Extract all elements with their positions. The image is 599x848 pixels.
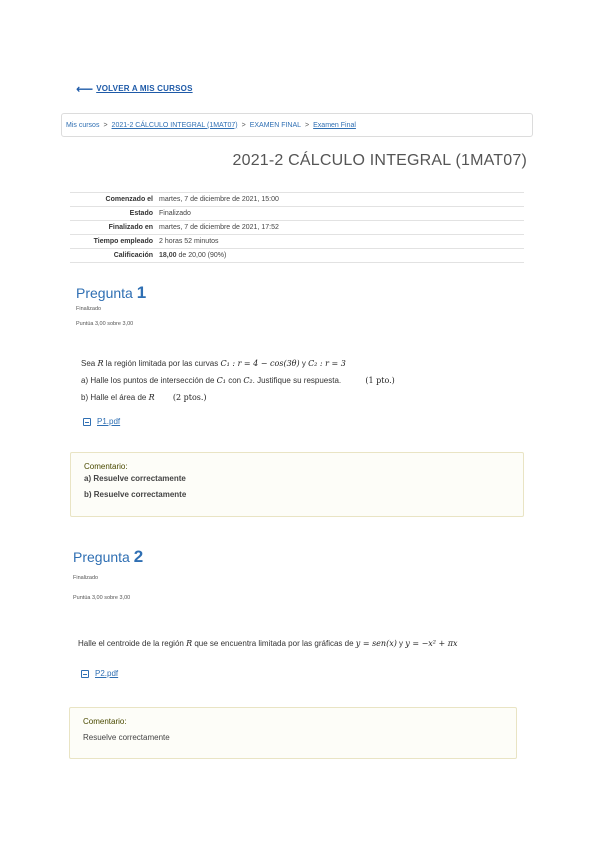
math-c2: C₂: [243, 376, 253, 385]
summary-row: Calificación 18,00 de 20,00 (90%): [70, 248, 524, 263]
breadcrumb-exam[interactable]: Examen Final: [313, 122, 356, 129]
breadcrumb-course[interactable]: 2021-2 CÁLCULO INTEGRAL (1MAT07): [112, 122, 238, 129]
grade-total: de 20,00 (90%): [176, 252, 227, 259]
comment-label: Comentario:: [83, 717, 127, 726]
question-2-comment-box: Comentario: Resuelve correctamente: [69, 707, 517, 759]
text: . Justifique su respuesta.: [252, 376, 342, 385]
summary-label: Estado: [70, 206, 159, 221]
text: Sea: [81, 359, 98, 368]
back-link-label: VOLVER A MIS CURSOS: [96, 84, 193, 93]
points-label: (1 pto.): [365, 376, 395, 385]
question-1-comment-box: Comentario: a) Resuelve correctamente b)…: [70, 452, 524, 517]
summary-value: martes, 7 de diciembre de 2021, 15:00: [159, 192, 524, 207]
summary-label: Finalizado en: [70, 220, 159, 235]
summary-label: Tiempo empleado: [70, 234, 159, 249]
text: a) Halle los puntos de intersección de: [81, 376, 217, 385]
question-1-title: Pregunta 1: [76, 283, 146, 303]
math-c2: C₂ : r = 3: [308, 359, 346, 368]
summary-row: Finalizado en martes, 7 de diciembre de …: [70, 220, 524, 235]
breadcrumb-section[interactable]: EXAMEN FINAL: [250, 122, 301, 129]
breadcrumb-mis-cursos[interactable]: Mis cursos: [66, 122, 99, 129]
question-1-text: Sea R la región limitada por las curvas …: [81, 355, 521, 406]
text: la región limitada por las curvas: [103, 359, 221, 368]
math-c1: C₁ : r = 4 − cos(3θ): [220, 359, 300, 368]
question-label: Pregunta: [76, 285, 133, 301]
math-c1: C₁: [216, 376, 226, 385]
summary-label: Comenzado el: [70, 192, 159, 207]
comment-text: a) Resuelve correctamente: [84, 474, 186, 483]
question-number: 1: [136, 283, 147, 302]
page-title: 2021-2 CÁLCULO INTEGRAL (1MAT07): [232, 152, 527, 169]
points-label: (2 ptos.): [172, 393, 207, 402]
document-icon: [81, 669, 89, 678]
document-icon: [83, 417, 91, 426]
question-label: Pregunta: [73, 549, 130, 565]
text: Halle el centroide de la región: [78, 639, 187, 648]
comment-text: b) Resuelve correctamente: [84, 490, 187, 498]
breadcrumb-separator: >: [305, 121, 310, 129]
question-number: 2: [133, 547, 144, 566]
comment-label: Comentario:: [84, 462, 128, 471]
text: con: [225, 376, 244, 385]
summary-value: 2 horas 52 minutos: [159, 234, 524, 249]
breadcrumb-separator: >: [241, 121, 246, 129]
grade-value: 18,00: [159, 252, 177, 259]
question-2-status: Finalizado: [73, 575, 99, 581]
question-2-title: Pregunta 2: [73, 547, 143, 567]
breadcrumb-separator: >: [103, 121, 108, 129]
question-1-line: b) Halle el área de R (2 ptos.): [81, 389, 521, 406]
question-1-line: Sea R la región limitada por las curvas …: [81, 355, 521, 372]
summary-value: 18,00 de 20,00 (90%): [159, 248, 524, 263]
question-1-score: Puntúa 3,00 sobre 3,00: [76, 321, 134, 327]
summary-value: martes, 7 de diciembre de 2021, 17:52: [159, 220, 524, 235]
question-1-status: Finalizado: [76, 306, 102, 312]
attachment-filename: P1.pdf: [97, 417, 121, 426]
summary-row: Comenzado el martes, 7 de diciembre de 2…: [70, 192, 524, 207]
question-1-line: a) Halle los puntos de intersección de C…: [81, 372, 521, 389]
summary-row: Estado Finalizado: [70, 206, 524, 221]
math-equation: y = sen(x): [355, 639, 397, 648]
arrow-left-icon: ⟵: [76, 81, 94, 96]
text: y: [396, 639, 406, 648]
attachment-p2[interactable]: P2.pdf: [81, 669, 118, 678]
attempt-summary-table: Comenzado el martes, 7 de diciembre de 2…: [70, 192, 524, 263]
question-2-score: Puntúa 3,00 sobre 3,00: [73, 595, 131, 601]
text: que se encuentra limitada por las gráfic…: [192, 639, 356, 648]
comment-text: Resuelve correctamente: [83, 733, 170, 742]
breadcrumb: Mis cursos > 2021-2 CÁLCULO INTEGRAL (1M…: [61, 113, 533, 137]
summary-value: Finalizado: [159, 206, 524, 221]
summary-label: Calificación: [70, 248, 159, 263]
attachment-p1[interactable]: P1.pdf: [83, 417, 120, 426]
math-R: R: [148, 393, 155, 402]
text: b) Halle el área de: [81, 393, 149, 402]
question-2-text: Halle el centroide de la región R que se…: [78, 635, 518, 652]
summary-row: Tiempo empleado 2 horas 52 minutos: [70, 234, 524, 249]
back-to-courses-link[interactable]: ⟵ VOLVER A MIS CURSOS: [76, 81, 193, 96]
attachment-filename: P2.pdf: [95, 669, 119, 678]
text: y: [299, 359, 309, 368]
math-equation: y = −x² + πx: [405, 639, 458, 648]
